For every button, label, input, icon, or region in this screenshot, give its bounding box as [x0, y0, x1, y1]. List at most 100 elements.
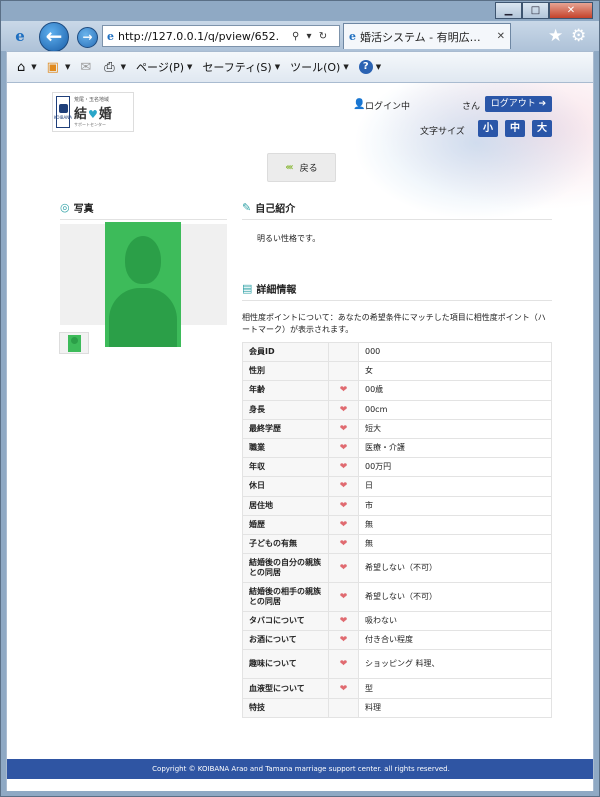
heart-icon: ❤ — [328, 649, 359, 680]
minimize-icon[interactable]: ▁ — [495, 2, 522, 19]
tab-close-icon[interactable]: ✕ — [497, 31, 505, 42]
user-icon: 👤 — [353, 99, 366, 110]
heart-icon: ❤ — [328, 418, 359, 439]
home-button[interactable]: ⌂ ▼ — [17, 60, 37, 75]
back-arrow-icon[interactable]: ← — [39, 22, 69, 52]
command-bar: ⌂ ▼ ▣ ▼ ✉ ⎙ ▼ ページ(P) ▼ セーフティ(S) ▼ ツール(O) ▼ ? ▼ — [6, 51, 594, 83]
gear-icon[interactable]: ⚙ — [571, 26, 586, 46]
chevron-down-icon: ▼ — [375, 63, 382, 71]
thumbnail-avatar — [68, 335, 81, 352]
detail-label: タバコについて — [242, 611, 329, 632]
logo-tag: サポートセンター — [74, 122, 106, 127]
detail-value: 日 — [358, 476, 552, 497]
favorites-star-icon[interactable]: ★ — [548, 26, 563, 46]
heart-icon: ❤ — [328, 533, 359, 555]
tools-menu-label: ツール(O) — [290, 61, 341, 74]
logo-seal: KOIBANA — [54, 96, 72, 128]
detail-label: 結婚後の相手の親族との同居 — [242, 582, 329, 613]
detail-value: 女 — [358, 361, 552, 382]
heart-icon: ❤ — [328, 582, 359, 613]
table-row: 年収 ❤ 00万円 — [242, 457, 552, 478]
detail-label: 居住地 — [242, 495, 329, 516]
detail-value: 吸わない — [358, 611, 552, 632]
site-logo[interactable]: KOIBANA 荒尾・玉名地域 結♥婚 サポートセンター — [52, 92, 134, 132]
feeds-button[interactable]: ▣ ▼ — [47, 60, 71, 75]
detail-value: 短大 — [358, 418, 552, 439]
photo-section-title: 写真 — [73, 204, 94, 215]
address-url[interactable]: http://127.0.0.1/q/pview/652. — [118, 30, 288, 43]
detail-label: 身長 — [242, 399, 329, 420]
heart-icon: ❤ — [328, 514, 359, 535]
safety-menu[interactable]: セーフティ(S) ▼ — [202, 59, 280, 75]
detail-label: 特技 — [242, 697, 329, 718]
detail-label: 性別 — [242, 361, 329, 382]
page-viewport: KOIBANA 荒尾・玉名地域 結♥婚 サポートセンター 👤 ログイン中 さん … — [6, 83, 594, 791]
print-button[interactable]: ⎙ ▼ — [104, 60, 126, 75]
detail-value: 希望しない（不可） — [358, 553, 552, 584]
maximize-icon[interactable]: □ — [522, 2, 549, 19]
heart-icon: ❤ — [328, 611, 359, 632]
heart-icon: ❤ — [328, 630, 359, 651]
avatar-body-shape — [109, 288, 177, 347]
chevron-down-icon: ▼ — [120, 63, 127, 71]
font-size-large-button[interactable]: 大 — [532, 120, 552, 137]
page-menu[interactable]: ページ(P) ▼ — [136, 59, 192, 75]
heart-cell-empty — [328, 341, 359, 363]
detail-value: 希望しない（不可） — [358, 582, 552, 613]
details-table-body: 会員ID 000 性別女年齢 ❤ 00歳 身長 ❤ 00cm 最終学歴 ❤ 短大 職業 ❤ 医療・介護 年収… — [242, 341, 552, 718]
detail-label: 年収 — [242, 457, 329, 478]
table-row: 最終学歴 ❤ 短大 — [242, 418, 552, 439]
photo-thumbnail[interactable] — [59, 332, 89, 354]
logo-names: 荒尾・玉名地域 結♥婚 サポートセンター — [74, 96, 113, 128]
search-refresh-icons[interactable]: ⚲ ▾ ↻ — [292, 31, 329, 42]
table-row: 子どもの有無 ❤ 無 — [242, 533, 552, 555]
tools-menu[interactable]: ツール(O) ▼ — [290, 59, 349, 75]
browser-tab[interactable]: e 婚活システム - 有明広… ✕ — [343, 23, 511, 49]
font-size-small-button[interactable]: 小 — [478, 120, 498, 137]
page-menu-label: ページ(P) — [136, 61, 185, 74]
details-section-title: 詳細情報 — [256, 285, 297, 296]
table-row: 職業 ❤ 医療・介護 — [242, 437, 552, 459]
detail-label: 結婚後の自分の親族との同居 — [242, 553, 329, 584]
chevron-down-icon: ▼ — [187, 63, 193, 71]
close-window-icon[interactable]: ✕ — [549, 2, 593, 19]
mail-button[interactable]: ✉ — [80, 60, 94, 75]
detail-label: お酒について — [242, 630, 329, 651]
self-intro-section-header: ✎ 自己紹介 — [242, 200, 552, 220]
profile-photo[interactable] — [105, 222, 181, 347]
details-section-header: ▤ 詳細情報 — [242, 281, 552, 301]
table-row: 会員ID 000 — [242, 341, 552, 363]
logo-main-left: 結 — [74, 107, 89, 122]
address-bar[interactable]: e http://127.0.0.1/q/pview/652. ⚲ ▾ ↻ — [102, 25, 340, 47]
footer-spacer — [7, 779, 593, 791]
heart-icon: ❤ — [328, 678, 359, 699]
photo-section-header: ◎ 写真 — [60, 200, 227, 220]
details-table: 会員ID 000 性別女年齢 ❤ 00歳 身長 ❤ 00cm 最終学歴 ❤ 短大 職業 ❤ 医療・介護 年収… — [242, 341, 552, 718]
table-row: 性別 女 — [242, 361, 552, 382]
font-size-label: 文字サイズ — [420, 127, 465, 137]
tab-favicon-icon: e — [349, 30, 356, 43]
table-row: 婚歴 ❤ 無 — [242, 514, 552, 535]
user-suffix: さん — [462, 102, 481, 112]
detail-label: 休日 — [242, 476, 329, 497]
window-controls: ▁ □ ✕ — [495, 2, 593, 19]
detail-value: 付き合い程度 — [358, 630, 552, 651]
forward-arrow-icon[interactable]: → — [77, 27, 98, 48]
table-row: 血液型について ❤ 型 — [242, 678, 552, 699]
detail-label: 最終学歴 — [242, 418, 329, 439]
help-menu[interactable]: ? ▼ — [358, 60, 382, 74]
footer: Copyright © KOIBANA Arao and Tamana marr… — [7, 759, 593, 779]
login-status: ログイン中 — [365, 102, 411, 112]
home-icon: ⌂ — [17, 59, 26, 75]
detail-label: 会員ID — [242, 341, 329, 363]
self-intro-section-title: 自己紹介 — [255, 204, 296, 215]
back-button[interactable]: ‹‹‹ 戻る — [267, 153, 336, 182]
table-row: タバコについて ❤ 吸わない — [242, 611, 552, 632]
heart-icon: ❤ — [328, 553, 359, 584]
mail-icon: ✉ — [80, 59, 92, 75]
detail-value: 医療・介護 — [358, 437, 552, 459]
logout-button[interactable]: ログアウト ➔ — [485, 96, 552, 112]
detail-value: 型 — [358, 678, 552, 699]
double-chevron-left-icon: ‹‹‹ — [285, 162, 294, 173]
font-size-medium-button[interactable]: 中 — [505, 120, 525, 137]
